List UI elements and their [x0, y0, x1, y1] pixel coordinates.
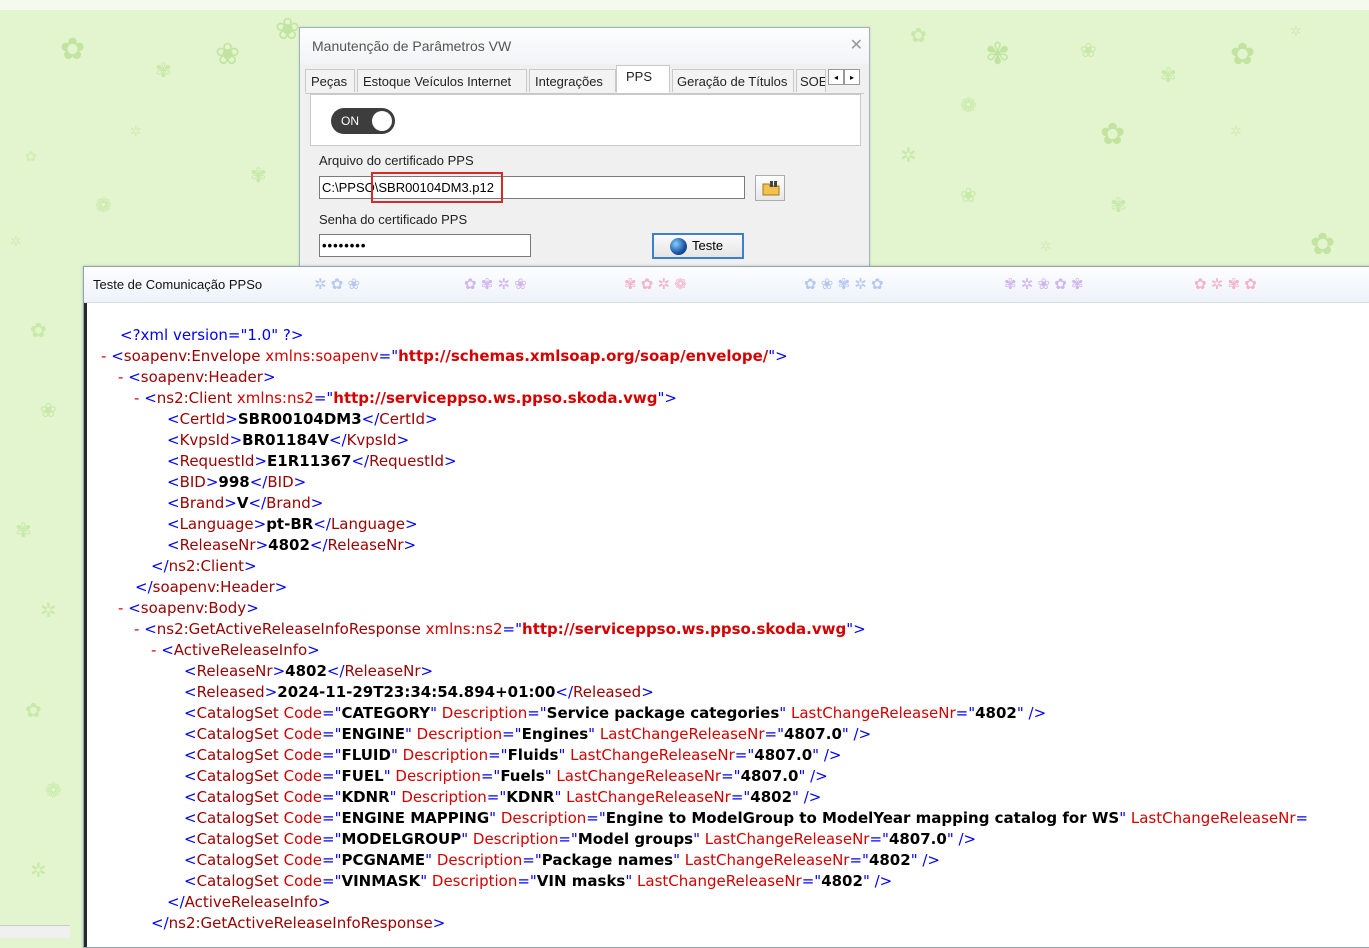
xml-release-nr: <ReleaseNr>4802</ReleaseNr>: [167, 536, 417, 554]
taskbar-fragment: [0, 925, 70, 938]
xml-catalog-set: <CatalogSet Code="CATEGORY" Description=…: [184, 704, 1047, 722]
cert-file-label: Arquivo do certificado PPS: [319, 153, 474, 168]
titlebar-decoration: ✿ ❀ ✾ ✲ ✿: [804, 276, 884, 293]
xml-catalog-set: <CatalogSet Code="ENGINE MAPPING" Descri…: [184, 809, 1309, 827]
xml-language: <Language>pt-BR</Language>: [167, 515, 418, 533]
settings-window-title: Manutenção de Parâmetros VW: [312, 38, 512, 54]
tab-integracoes[interactable]: Integrações: [529, 69, 616, 92]
xml-envelope-open: - <soapenv:Envelope xmlns:soapenv="http:…: [101, 347, 788, 365]
result-window: Teste de Comunicação PPSo ✲ ✿ ❀ ✿ ✾ ✲ ❀ …: [83, 266, 1369, 948]
xml-header-close: </soapenv:Header>: [135, 578, 288, 596]
highlight-box: [371, 172, 503, 203]
result-window-titlebar[interactable]: Teste de Comunicação PPSo ✲ ✿ ❀ ✿ ✾ ✲ ❀ …: [84, 267, 1369, 303]
result-window-title: Teste de Comunicação PPSo: [93, 277, 263, 292]
titlebar-decoration: ✿ ✲ ✾ ✿: [1194, 276, 1257, 293]
xml-response-close: </ns2:GetActiveReleaseInfoResponse>: [151, 914, 446, 932]
tab-scroll-right-button[interactable]: ▸: [844, 69, 860, 85]
pps-enable-toggle[interactable]: ON: [331, 108, 395, 134]
xml-bid: <BID>998</BID>: [167, 473, 307, 491]
settings-tabs: Peças Estoque Veículos Internet Integraç…: [305, 65, 864, 94]
xml-catalog-set: <CatalogSet Code="FLUID" Description="Fl…: [184, 746, 842, 764]
xml-catalog-set: <CatalogSet Code="FUEL" Description="Fue…: [184, 767, 828, 785]
globe-icon: [670, 238, 687, 255]
xml-kvps-id: <KvpsId>BR01184V</KvpsId>: [167, 431, 410, 449]
settings-window-titlebar[interactable]: Manutenção de Parâmetros VW ✕: [300, 28, 869, 64]
titlebar-decoration: ✾ ✲ ❀ ✿ ✾: [1004, 276, 1084, 293]
tab-scroll-left-button[interactable]: ◂: [828, 69, 844, 85]
xml-active-release-close: </ActiveReleaseInfo>: [167, 893, 331, 911]
settings-window: Manutenção de Parâmetros VW ✕ Peças Esto…: [299, 27, 870, 279]
tab-label: Peças: [311, 74, 348, 89]
tab-label: Estoque Veículos Internet: [363, 74, 512, 89]
tab-label: SOE: [800, 74, 826, 89]
xml-released: <Released>2024-11-29T23:34:54.894+01:00<…: [184, 683, 654, 701]
xml-catalog-set: <CatalogSet Code="ENGINE" Description="E…: [184, 725, 872, 743]
xml-client-close: </ns2:Client>: [151, 557, 257, 575]
xml-catalog-set: <CatalogSet Code="PCGNAME" Description="…: [184, 851, 940, 869]
xml-declaration: <?xml version="1.0" ?>: [120, 326, 304, 344]
xml-catalog-set: <CatalogSet Code="VINMASK" Description="…: [184, 872, 893, 890]
xml-cert-id: <CertId>SBR00104DM3</CertId>: [167, 410, 438, 428]
toggle-knob: [372, 111, 392, 131]
xml-active-release-nr: <ReleaseNr>4802</ReleaseNr>: [184, 662, 434, 680]
tab-pecas[interactable]: Peças: [305, 69, 355, 92]
test-connection-button[interactable]: Teste: [652, 233, 744, 259]
folder-icon: [762, 181, 780, 196]
xml-catalog-set: <CatalogSet Code="KDNR" Description="KDN…: [184, 788, 822, 806]
cert-password-label: Senha do certificado PPS: [319, 212, 468, 227]
pps-toggle-panel: ON: [310, 94, 861, 146]
tab-label: Integrações: [535, 74, 603, 89]
xml-viewer[interactable]: <?xml version="1.0" ?> - <soapenv:Envelo…: [84, 303, 1369, 947]
xml-catalog-set: <CatalogSet Code="MODELGROUP" Descriptio…: [184, 830, 977, 848]
xml-header-open: - <soapenv:Header>: [118, 368, 276, 386]
browse-folder-button[interactable]: [755, 175, 785, 201]
chevron-right-icon: ▸: [849, 73, 854, 82]
titlebar-decoration: ✲ ✿ ❀: [314, 276, 361, 293]
titlebar-decoration: ✿ ✾ ✲ ❀: [464, 276, 527, 293]
titlebar-decoration: ✾ ✿ ✲ ❁: [624, 276, 687, 293]
close-icon[interactable]: ✕: [850, 28, 863, 64]
xml-active-release-open: - <ActiveReleaseInfo>: [151, 641, 320, 659]
tab-soe[interactable]: SOE: [796, 69, 826, 92]
tab-label: PPS: [626, 69, 653, 84]
test-button-label: Teste: [692, 238, 724, 253]
desktop-top-strip: [0, 0, 1369, 10]
tab-label: Geração de Títulos: [677, 74, 788, 89]
xml-request-id: <RequestId>E1R11367</RequestId>: [167, 452, 457, 470]
chevron-left-icon: ◂: [833, 73, 838, 82]
tab-geracao-titulos[interactable]: Geração de Títulos: [672, 69, 794, 92]
xml-response-open: - <ns2:GetActiveReleaseInfoResponse xmln…: [134, 620, 866, 638]
xml-client-open: - <ns2:Client xmlns:ns2="http://servicep…: [134, 389, 677, 407]
tab-estoque[interactable]: Estoque Veículos Internet: [357, 69, 527, 92]
cert-password-input[interactable]: ••••••••: [319, 234, 531, 257]
xml-brand: <Brand>V</Brand>: [167, 494, 324, 512]
tab-pps[interactable]: PPS: [616, 65, 670, 93]
xml-body-open: - <soapenv:Body>: [118, 599, 259, 617]
toggle-label: ON: [341, 114, 359, 128]
